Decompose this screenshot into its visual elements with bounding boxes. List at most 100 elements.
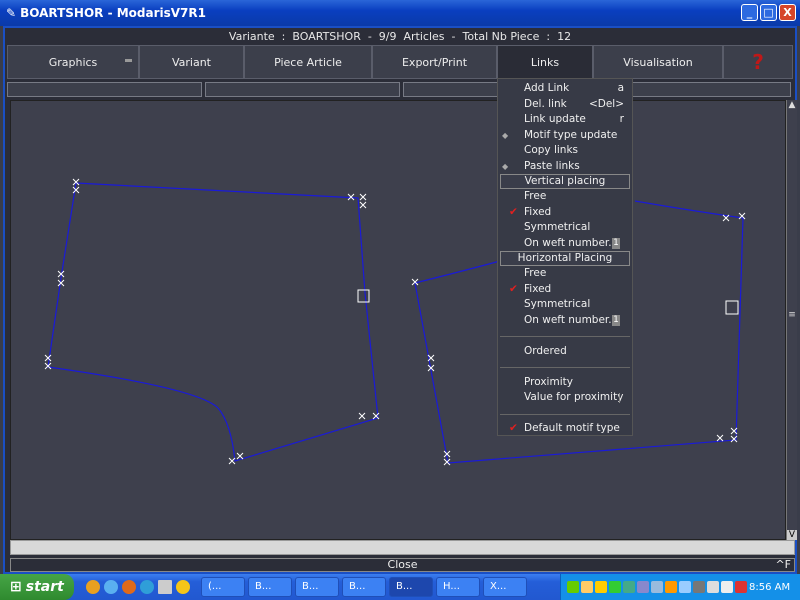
submenu-arrow-icon: ◆ <box>502 130 509 140</box>
tray-icon[interactable] <box>665 581 677 593</box>
menu-item-label: Paste links <box>524 159 580 172</box>
field-2[interactable] <box>205 82 400 97</box>
menu-separator <box>498 328 632 344</box>
vertical-scrollbar[interactable]: ▲ ≡ V <box>786 100 797 540</box>
tray-icon[interactable] <box>735 581 747 593</box>
weft-number-value[interactable]: 1 <box>612 314 620 326</box>
checkmark-icon: ✔ <box>509 282 518 295</box>
vertical-placing-header: Vertical placing <box>500 174 630 189</box>
tray-icon[interactable] <box>623 581 635 593</box>
tray-icon[interactable] <box>609 581 621 593</box>
taskbar-button[interactable]: B... <box>248 577 292 597</box>
menu-item-horizontal-fixed[interactable]: ✔ Fixed <box>498 282 632 298</box>
tab-export-print[interactable]: Export/Print <box>372 45 497 79</box>
tray-icon[interactable] <box>595 581 607 593</box>
menu-item-horizontal-weft-number[interactable]: On weft number... 1 <box>498 313 632 329</box>
menu-item-ordered[interactable]: Ordered <box>498 344 632 360</box>
menu-separator <box>498 406 632 422</box>
taskbar-button[interactable]: X... <box>483 577 527 597</box>
menu-item-vertical-symmetrical[interactable]: Symmetrical <box>498 220 632 236</box>
system-tray: 8:56 AM <box>560 574 800 600</box>
tray-icon[interactable] <box>567 581 579 593</box>
ie-icon[interactable] <box>104 580 118 594</box>
tab-label: Variant <box>171 55 211 69</box>
pattern-pieces <box>44 178 746 466</box>
clock: 8:56 AM <box>749 581 791 593</box>
start-button[interactable]: ⊞ start <box>0 574 74 600</box>
tab-variant[interactable]: Variant <box>139 45 244 79</box>
close-window-button[interactable]: X <box>779 4 796 21</box>
tab-label: Export/Print <box>401 55 468 69</box>
checkmark-icon: ✔ <box>509 422 518 434</box>
menu-item-horizontal-symmetrical[interactable]: Symmetrical <box>498 297 632 313</box>
menu-item-horizontal-free[interactable]: Free <box>498 266 632 282</box>
menu-item-del-link[interactable]: Del. link <Del> <box>498 97 632 113</box>
tray-icon[interactable] <box>637 581 649 593</box>
message-bar <box>10 540 795 555</box>
menu-item-label: Fixed <box>524 282 552 295</box>
menu-item-label: Ordered <box>524 344 567 357</box>
scroll-up-button[interactable]: ▲ <box>787 100 797 110</box>
messenger-icon[interactable] <box>176 580 190 594</box>
tray-icon[interactable] <box>721 581 733 593</box>
tab-piece-article[interactable]: Piece Article <box>244 45 372 79</box>
maximize-button[interactable]: □ <box>760 4 777 21</box>
close-label: Close <box>387 558 418 571</box>
app-icon: ✎ <box>6 6 17 20</box>
close-bar-button[interactable]: Close ^F <box>10 558 795 572</box>
menu-item-label: Motif type update <box>524 128 618 141</box>
checkmark-icon: ✔ <box>509 205 518 218</box>
taskbar-button[interactable]: H... <box>436 577 480 597</box>
menu-item-vertical-free[interactable]: Free <box>498 189 632 205</box>
taskbar-button-active[interactable]: B... <box>389 577 433 597</box>
drawing-canvas[interactable] <box>10 100 786 540</box>
submenu-arrow-icon: ◆ <box>502 161 509 171</box>
menu-item-value-for-proximity[interactable]: Value for proximity <box>498 390 632 406</box>
scroll-down-button[interactable]: V <box>787 530 797 540</box>
menu-item-motif-type-update[interactable]: ◆ Motif type update <box>498 128 632 144</box>
menu-item-label: On weft number... <box>524 313 619 326</box>
tray-icon[interactable] <box>707 581 719 593</box>
menu-item-vertical-weft-number[interactable]: On weft number... 1 <box>498 236 632 252</box>
menu-item-label: Symmetrical <box>524 298 591 310</box>
dropdown-indicator-icon <box>125 59 132 62</box>
field-row <box>7 82 793 98</box>
windows-logo-icon: ⊞ <box>10 579 22 595</box>
tray-icon[interactable] <box>679 581 691 593</box>
tab-visualisation[interactable]: Visualisation <box>593 45 723 79</box>
menu-item-copy-links[interactable]: Copy links <box>498 143 632 159</box>
tray-icon[interactable] <box>651 581 663 593</box>
menu-item-proximity[interactable]: Proximity <box>498 375 632 391</box>
tab-label: Piece Article <box>274 55 342 69</box>
menu-item-paste-links[interactable]: ◆ Paste links <box>498 159 632 175</box>
minimize-button[interactable]: _ <box>741 4 758 21</box>
scroll-thumb[interactable]: ≡ <box>787 310 797 320</box>
tray-icon[interactable] <box>693 581 705 593</box>
field-1[interactable] <box>7 82 202 97</box>
taskbar-button[interactable]: B... <box>295 577 339 597</box>
menu-item-link-update[interactable]: Link update r <box>498 112 632 128</box>
help-button[interactable]: ? <box>723 45 793 79</box>
shortcut: r <box>619 113 624 125</box>
chrome-icon[interactable] <box>86 580 100 594</box>
tray-icon[interactable] <box>581 581 593 593</box>
menu-item-add-link[interactable]: Add Link a <box>498 81 632 97</box>
menu-item-label: Symmetrical <box>524 221 591 233</box>
app-icon[interactable] <box>140 580 154 594</box>
tab-links[interactable]: Links <box>497 45 593 79</box>
menu-item-label <box>619 393 620 403</box>
taskbar-button[interactable]: B... <box>342 577 386 597</box>
menu-item-vertical-fixed[interactable]: ✔ Fixed <box>498 205 632 221</box>
tab-graphics[interactable]: Graphics <box>7 45 139 79</box>
firefox-icon[interactable] <box>122 580 136 594</box>
menu-item-label: Free <box>524 267 547 279</box>
weft-number-value[interactable]: 1 <box>612 237 620 249</box>
desktop-icon[interactable] <box>158 580 172 594</box>
menu-item-label: Default motif type <box>524 422 620 434</box>
menu-item-label: On weft number... <box>524 236 619 249</box>
menu-item-default-motif-type[interactable]: ✔ Default motif type <box>498 421 632 437</box>
taskbar-button[interactable]: (... <box>201 577 245 597</box>
menu-item-label: Link update <box>524 113 586 125</box>
shortcut: <Del> <box>588 97 624 110</box>
piece-outline-left[interactable] <box>47 182 379 462</box>
